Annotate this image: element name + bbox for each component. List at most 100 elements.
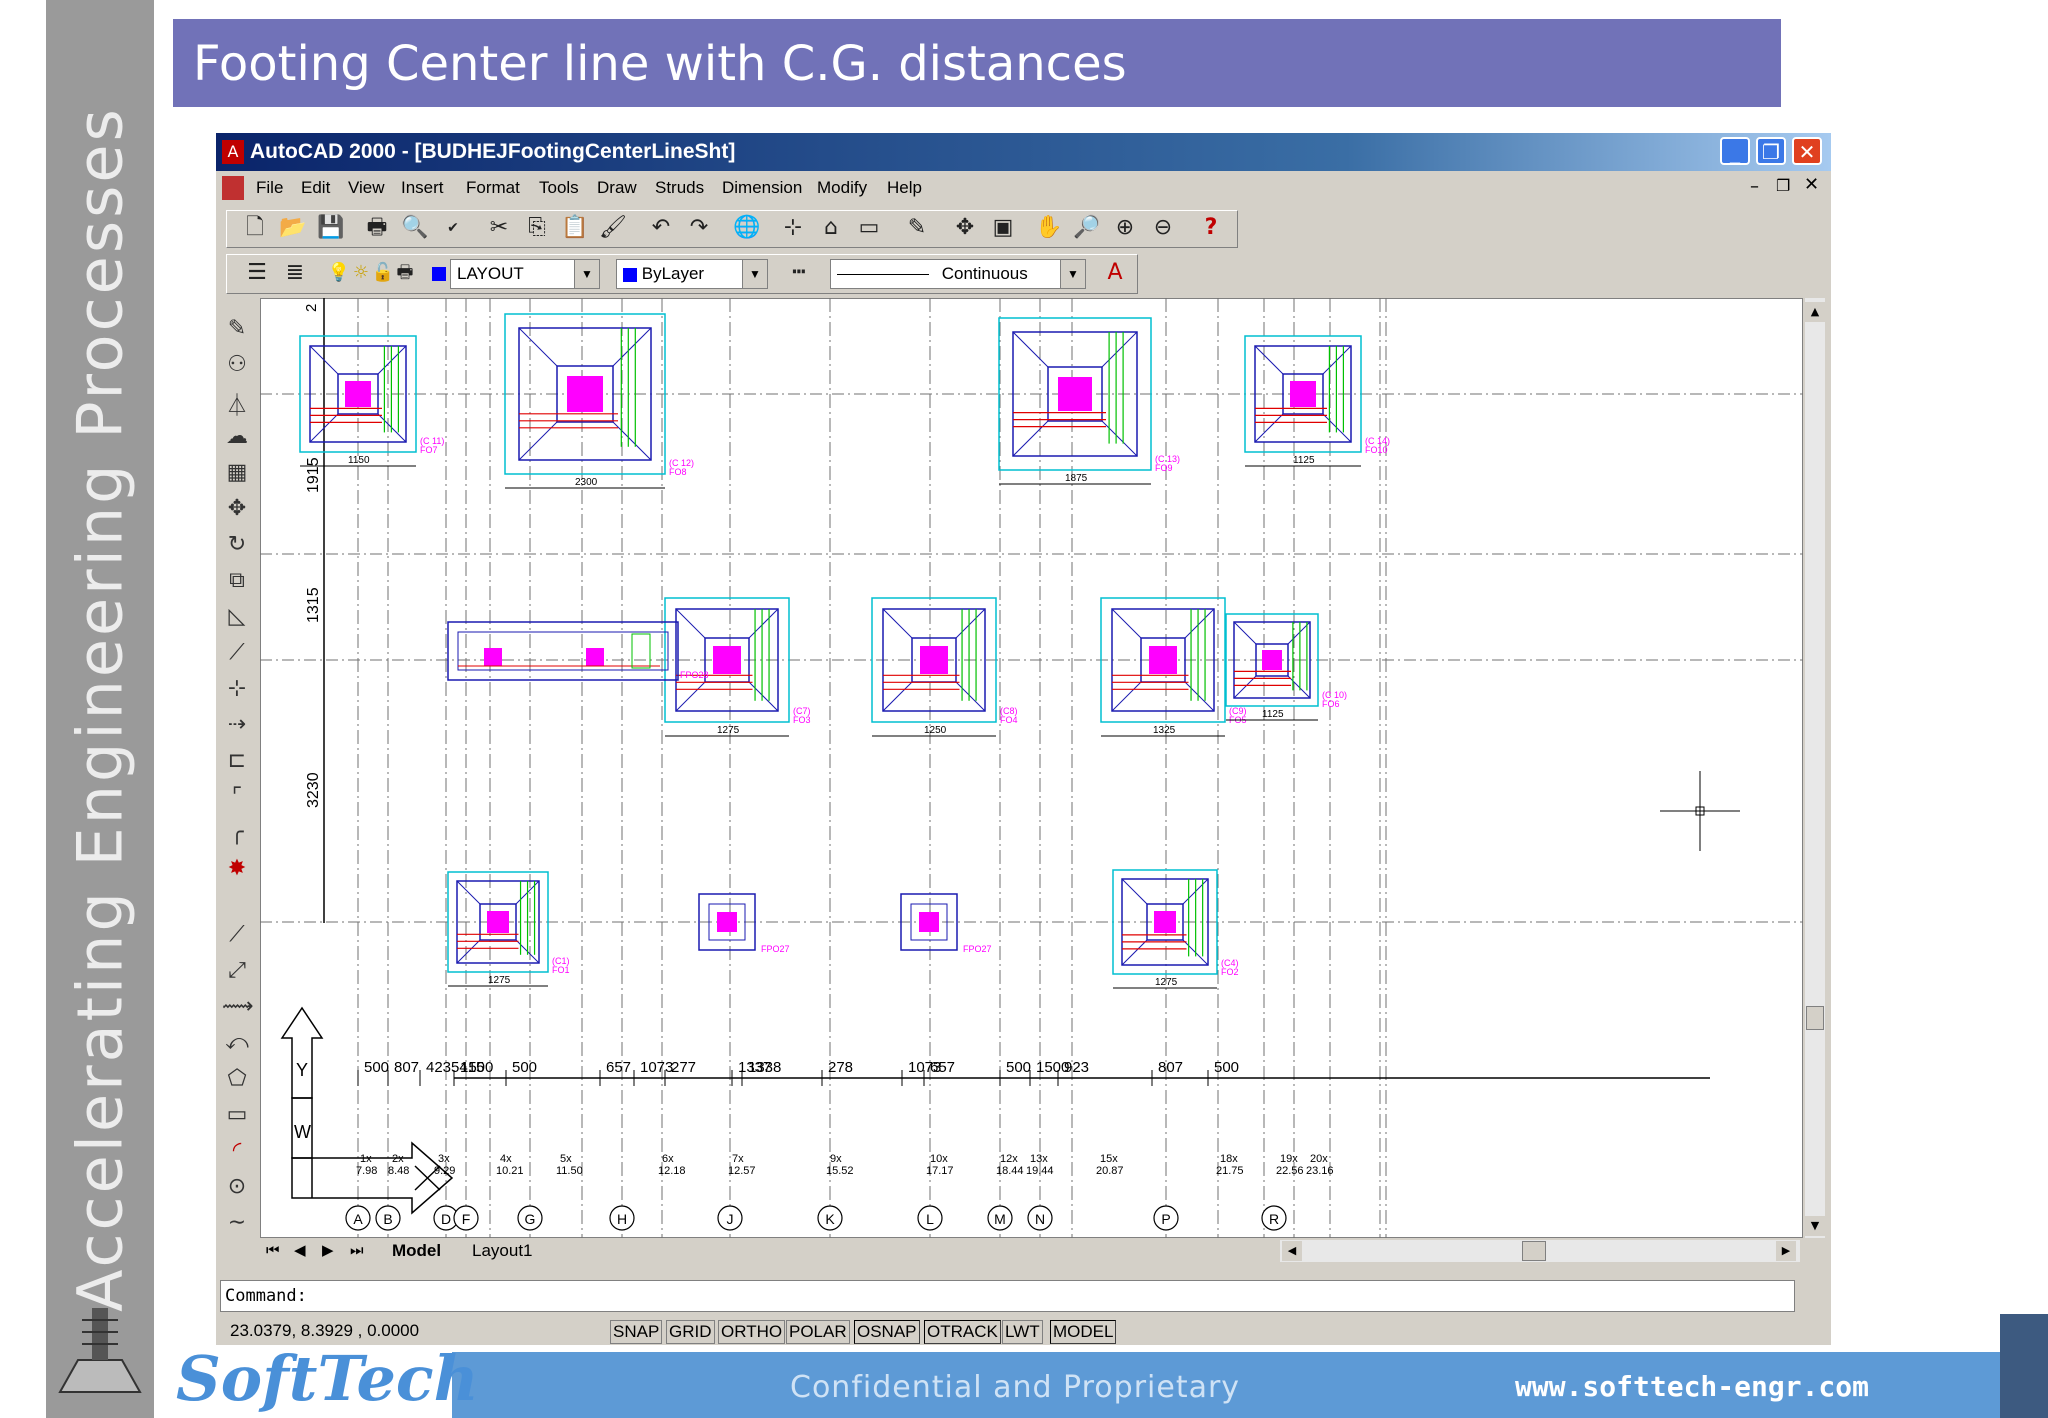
- scroll-down-button[interactable]: ▼: [1805, 1216, 1825, 1236]
- break-icon[interactable]: ⊏: [222, 748, 252, 773]
- menu-insert[interactable]: Insert: [401, 178, 444, 198]
- menu-format[interactable]: Format: [466, 178, 520, 198]
- menu-help[interactable]: Help: [887, 178, 922, 198]
- print-preview-icon[interactable]: 🔍: [400, 214, 430, 242]
- new-file-icon[interactable]: 🗋: [240, 214, 270, 242]
- menu-struds[interactable]: Struds: [655, 178, 704, 198]
- copy-icon[interactable]: ⎘: [522, 214, 552, 242]
- rotate-icon[interactable]: ↻: [222, 532, 252, 557]
- print-icon[interactable]: 🖶: [362, 214, 392, 242]
- close-button[interactable]: ✕: [1792, 137, 1822, 165]
- zoom-window-icon[interactable]: ⊕: [1110, 214, 1140, 242]
- undo-icon[interactable]: ↶: [646, 214, 676, 242]
- scroll-up-button[interactable]: ▲: [1805, 302, 1825, 322]
- width-dim-label: 1250: [924, 725, 947, 736]
- lwt-button[interactable]: LWT: [1002, 1320, 1043, 1344]
- menu-draw[interactable]: Draw: [597, 178, 637, 198]
- linetype-icon[interactable]: ┅: [784, 259, 814, 287]
- osnap-button[interactable]: OSNAP: [854, 1320, 920, 1344]
- mirror-icon[interactable]: ⏃: [222, 388, 252, 420]
- polygon-icon[interactable]: ⬠: [222, 1066, 252, 1091]
- offset-icon[interactable]: ☁: [222, 424, 252, 449]
- chamfer-icon[interactable]: ⌜: [222, 784, 252, 809]
- array-icon[interactable]: ▦: [222, 460, 252, 485]
- document-icon[interactable]: [222, 176, 244, 200]
- object-snap-icon[interactable]: ⊹: [778, 214, 808, 242]
- hyperlink-icon[interactable]: 🌐: [732, 214, 762, 242]
- model-button[interactable]: MODEL: [1050, 1320, 1117, 1344]
- explode-icon[interactable]: ✸: [222, 856, 252, 881]
- tab-layout1[interactable]: Layout1: [472, 1241, 533, 1261]
- arc-icon[interactable]: ◜: [222, 1138, 252, 1163]
- spelling-icon[interactable]: ✔: [438, 214, 468, 242]
- otrack-button[interactable]: OTRACK: [924, 1320, 1001, 1344]
- snap-button[interactable]: SNAP: [610, 1320, 663, 1344]
- menu-view[interactable]: View: [348, 178, 385, 198]
- layer-dropdown[interactable]: LAYOUT ▼: [450, 259, 600, 289]
- line-icon[interactable]: ⟋: [222, 922, 252, 947]
- polar-button[interactable]: POLAR: [786, 1320, 850, 1344]
- ortho-button[interactable]: ORTHO: [718, 1320, 786, 1344]
- lengthen-icon[interactable]: ⟋: [222, 640, 252, 665]
- doc-close-icon[interactable]: ✕: [1804, 174, 1819, 195]
- menu-dimension[interactable]: Dimension: [722, 178, 802, 198]
- scroll-right-button[interactable]: ▶: [1776, 1241, 1796, 1261]
- copy-object-icon[interactable]: ⚇: [222, 352, 252, 377]
- prev-tab-icon[interactable]: ◀: [294, 1241, 306, 1259]
- redo-icon[interactable]: ↷: [684, 214, 714, 242]
- polyline-icon[interactable]: ⟿: [222, 994, 254, 1019]
- construction-line-icon[interactable]: ⤢: [222, 958, 252, 983]
- polygon-undo-icon[interactable]: ⤺: [222, 1030, 252, 1055]
- fillet-icon[interactable]: ╭: [222, 820, 252, 845]
- menu-edit[interactable]: Edit: [301, 178, 330, 198]
- layer-manager-icon[interactable]: ☰: [242, 259, 272, 287]
- design-center-icon[interactable]: ▣: [988, 214, 1018, 242]
- ucs-icon[interactable]: ⌂: [816, 214, 846, 242]
- extend-icon[interactable]: ⇢: [222, 712, 252, 737]
- last-tab-icon[interactable]: ⏭: [350, 1241, 364, 1259]
- help-icon[interactable]: ?: [1196, 214, 1226, 242]
- grid-button[interactable]: GRID: [666, 1320, 715, 1344]
- drawing-area[interactable]: 2 1915 1315 3230 (C 11)FO71150 (C 12)FO82…: [260, 298, 1803, 1238]
- make-object-layer-current-icon[interactable]: ≣: [280, 259, 310, 287]
- match-properties-icon[interactable]: 🖌: [598, 214, 628, 242]
- restore-button[interactable]: ❐: [1756, 137, 1786, 165]
- command-line[interactable]: Command:: [220, 1280, 1795, 1312]
- scroll-thumb[interactable]: [1806, 1006, 1824, 1030]
- lineweight-icon[interactable]: A: [1100, 259, 1130, 287]
- properties-icon[interactable]: ✥: [950, 214, 980, 242]
- linetype-dropdown[interactable]: Continuous ▼: [830, 259, 1086, 289]
- move-icon[interactable]: ✥: [222, 496, 252, 521]
- vertical-scrollbar[interactable]: [1805, 298, 1825, 1238]
- next-tab-icon[interactable]: ▶: [322, 1241, 334, 1259]
- color-dropdown[interactable]: ByLayer ▼: [616, 259, 768, 289]
- layer-plot-icon[interactable]: 🖶: [390, 259, 420, 287]
- pan-realtime-icon[interactable]: ✋: [1034, 214, 1064, 242]
- menu-modify[interactable]: Modify: [817, 178, 867, 198]
- adcenter-icon[interactable]: ✎: [902, 214, 932, 242]
- erase-icon[interactable]: ✎: [222, 316, 252, 341]
- trim-icon[interactable]: ⊹: [222, 676, 252, 701]
- inquiry-icon[interactable]: ▭: [854, 214, 884, 242]
- rectangle-icon[interactable]: ▭: [222, 1102, 252, 1127]
- doc-restore-icon[interactable]: ❐: [1776, 176, 1790, 195]
- save-icon[interactable]: 💾: [316, 214, 346, 242]
- circle-icon[interactable]: ⊙: [222, 1174, 252, 1199]
- open-file-icon[interactable]: 📂: [278, 214, 308, 242]
- autocad-app-icon[interactable]: A: [222, 140, 244, 164]
- menu-tools[interactable]: Tools: [539, 178, 579, 198]
- first-tab-icon[interactable]: ⏮: [266, 1241, 280, 1259]
- minimize-button[interactable]: _: [1720, 137, 1750, 165]
- scale-icon[interactable]: ⧉: [222, 568, 252, 593]
- scroll-left-button[interactable]: ◀: [1282, 1241, 1302, 1261]
- cut-icon[interactable]: ✂: [484, 214, 514, 242]
- zoom-previous-icon[interactable]: ⊖: [1148, 214, 1178, 242]
- menu-file[interactable]: File: [256, 178, 283, 198]
- stretch-icon[interactable]: ◺: [222, 604, 252, 629]
- doc-minimize-icon[interactable]: –: [1750, 176, 1759, 197]
- tab-model[interactable]: Model: [392, 1241, 441, 1261]
- zoom-realtime-icon[interactable]: 🔎: [1072, 214, 1102, 242]
- paste-icon[interactable]: 📋: [560, 214, 590, 242]
- spline-icon[interactable]: ∼: [222, 1210, 252, 1235]
- hscroll-thumb[interactable]: [1522, 1241, 1546, 1261]
